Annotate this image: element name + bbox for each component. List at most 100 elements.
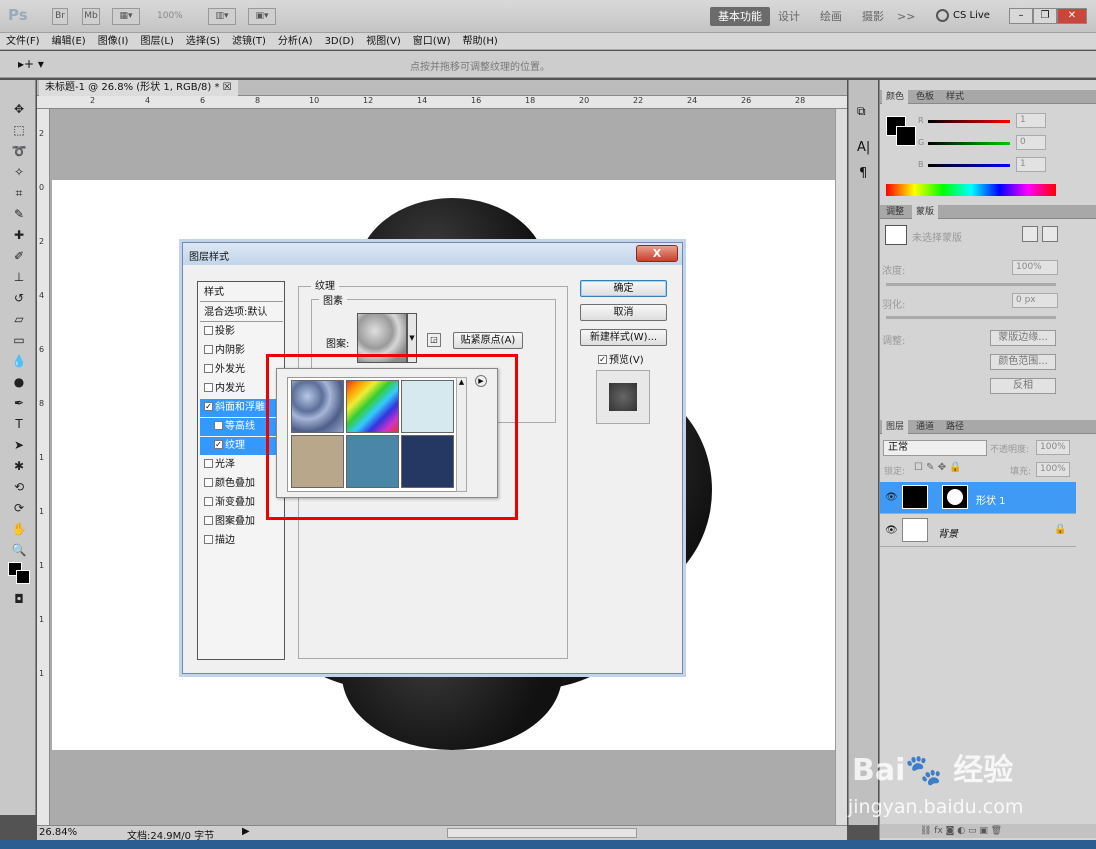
checkbox-checked[interactable]: ✓ (214, 439, 223, 449)
color-range-button[interactable]: 颜色范围... (990, 354, 1056, 370)
horizontal-scrollbar[interactable] (447, 828, 637, 838)
menu-image[interactable]: 图像(I) (92, 33, 135, 50)
brush-tool-icon[interactable]: ✐ (9, 247, 29, 265)
lock-icons[interactable]: ☐ ✎ ✥ 🔒 (914, 462, 962, 473)
tab-adjustments[interactable]: 调整 (882, 205, 908, 219)
menu-layer[interactable]: 图层(L) (134, 33, 179, 50)
workspace-design[interactable]: 设计 (778, 7, 800, 26)
3d-rotate-tool-icon[interactable]: ⟲ (9, 478, 29, 496)
blending-options-item[interactable]: 混合选项:默认 (200, 304, 283, 322)
menu-select[interactable]: 选择(S) (180, 33, 226, 50)
fill-value[interactable]: 100% (1036, 462, 1070, 477)
minimize-button[interactable]: – (1009, 8, 1033, 24)
close-tab-icon[interactable]: ☒ (223, 82, 232, 93)
visibility-eye-icon[interactable]: 👁 (885, 525, 898, 536)
snap-origin-button[interactable]: 贴紧原点(A) (453, 332, 523, 349)
checkbox[interactable] (204, 325, 213, 335)
view-extras-button[interactable]: ▦▾ (112, 8, 140, 25)
pixel-mask-button[interactable] (1022, 226, 1038, 242)
character-panel-icon[interactable]: A| (857, 140, 870, 155)
tab-color[interactable]: 颜色 (882, 90, 909, 104)
r-slider[interactable] (928, 120, 1010, 123)
g-slider[interactable] (928, 142, 1010, 145)
b-slider[interactable] (928, 164, 1010, 167)
eyedropper-tool-icon[interactable]: ✎ (9, 205, 29, 223)
gradient-tool-icon[interactable]: ▭ (9, 331, 29, 349)
pen-tool-icon[interactable]: ✒ (9, 394, 29, 412)
ok-button[interactable]: 确定 (580, 280, 667, 297)
checkbox[interactable] (204, 363, 213, 373)
new-style-button[interactable]: 新建样式(W)... (580, 329, 667, 346)
eraser-tool-icon[interactable]: ▱ (9, 310, 29, 328)
menu-view[interactable]: 视图(V) (360, 33, 407, 50)
opacity-value[interactable]: 100% (1036, 440, 1070, 455)
tab-layers[interactable]: 图层 (882, 420, 909, 434)
document-tab[interactable]: 未标题-1 @ 26.8% (形状 1, RGB/8) * ☒ (39, 80, 238, 96)
layer-name[interactable]: 形状 1 (976, 492, 1006, 507)
hand-tool-icon[interactable]: ✋ (9, 520, 29, 538)
menu-filter[interactable]: 滤镜(T) (226, 33, 272, 50)
feather-slider[interactable] (886, 316, 1056, 319)
workspace-essentials[interactable]: 基本功能 (710, 7, 770, 26)
layers-footer-icons[interactable]: ⛓ fx ◙ ◐ ▭ ▣ 🗑 (880, 824, 1096, 838)
styles-header[interactable]: 样式 (200, 284, 283, 302)
tab-masks[interactable]: 蒙版 (912, 205, 939, 219)
checkbox[interactable] (204, 344, 213, 354)
bg-color-chip[interactable] (896, 126, 916, 146)
marquee-tool-icon[interactable]: ⬚ (9, 121, 29, 139)
history-panel-icon[interactable]: ⧉ (857, 104, 866, 119)
checkbox[interactable] (204, 382, 213, 392)
cancel-button[interactable]: 取消 (580, 304, 667, 321)
menu-help[interactable]: 帮助(H) (457, 33, 504, 50)
mask-edge-button[interactable]: 蒙版边缘... (990, 330, 1056, 346)
screen-mode-button[interactable]: ▣▾ (248, 8, 276, 25)
density-value[interactable]: 100% (1012, 260, 1058, 275)
menu-edit[interactable]: 编辑(E) (46, 33, 92, 50)
lasso-tool-icon[interactable]: ➰ (9, 142, 29, 160)
checkbox[interactable] (204, 496, 213, 506)
history-brush-tool-icon[interactable]: ↺ (9, 289, 29, 307)
minibridge-button[interactable]: Mb (82, 8, 100, 25)
checkbox[interactable] (204, 477, 213, 487)
style-item-drop-shadow[interactable]: 投影 (200, 323, 283, 341)
tool-preset-picker[interactable]: ▸+ ▾ (18, 57, 44, 71)
feather-value[interactable]: 0 px (1012, 293, 1058, 308)
healing-tool-icon[interactable]: ✚ (9, 226, 29, 244)
quick-mask-icon[interactable]: ◘ (9, 590, 29, 608)
paragraph-panel-icon[interactable]: ¶ (859, 166, 867, 181)
invert-button[interactable]: 反相 (990, 378, 1056, 394)
vector-mask-button[interactable] (1042, 226, 1058, 242)
move-tool-icon[interactable]: ✥ (9, 100, 29, 118)
style-item-stroke[interactable]: 描边 (200, 532, 283, 550)
r-value[interactable]: 1 (1016, 113, 1046, 128)
blend-mode-select[interactable]: 正常 (883, 440, 987, 456)
tab-styles[interactable]: 样式 (942, 90, 968, 104)
new-preset-icon[interactable]: ◲ (427, 333, 441, 347)
checkbox-checked[interactable]: ✓ (598, 354, 607, 364)
tab-swatches[interactable]: 色板 (912, 90, 938, 104)
bridge-button[interactable]: Br (52, 8, 68, 25)
background-color-swatch[interactable] (16, 570, 30, 584)
preview-checkbox[interactable]: ✓ 预览(V) (598, 351, 644, 366)
dodge-tool-icon[interactable]: ● (9, 373, 29, 391)
arrange-documents-button[interactable]: ▥▾ (208, 8, 236, 25)
path-select-tool-icon[interactable]: ➤ (9, 436, 29, 454)
cslive-button[interactable]: CS Live (953, 10, 990, 21)
checkbox-checked[interactable]: ✓ (204, 401, 213, 411)
status-menu-arrow-icon[interactable]: ▶ (242, 826, 250, 837)
g-value[interactable]: 0 (1016, 135, 1046, 150)
more-workspaces-button[interactable]: >> (897, 7, 915, 26)
crop-tool-icon[interactable]: ⌗ (9, 184, 29, 202)
stamp-tool-icon[interactable]: ⊥ (9, 268, 29, 286)
shape-tool-icon[interactable]: ✱ (9, 457, 29, 475)
canvas-vertical-scrollbar[interactable] (835, 109, 847, 825)
tab-paths[interactable]: 路径 (942, 420, 968, 434)
zoom-percent[interactable]: 26.84% (39, 827, 77, 838)
quick-select-tool-icon[interactable]: ✧ (9, 163, 29, 181)
zoom-tool-icon[interactable]: 🔍 (9, 541, 29, 559)
zoom-level-dropdown[interactable]: 100% (157, 11, 183, 21)
tab-channels[interactable]: 通道 (912, 420, 938, 434)
blur-tool-icon[interactable]: 💧 (9, 352, 29, 370)
layer-row-shape[interactable]: 👁 形状 1 (880, 482, 1076, 514)
color-spectrum-bar[interactable] (886, 184, 1056, 196)
